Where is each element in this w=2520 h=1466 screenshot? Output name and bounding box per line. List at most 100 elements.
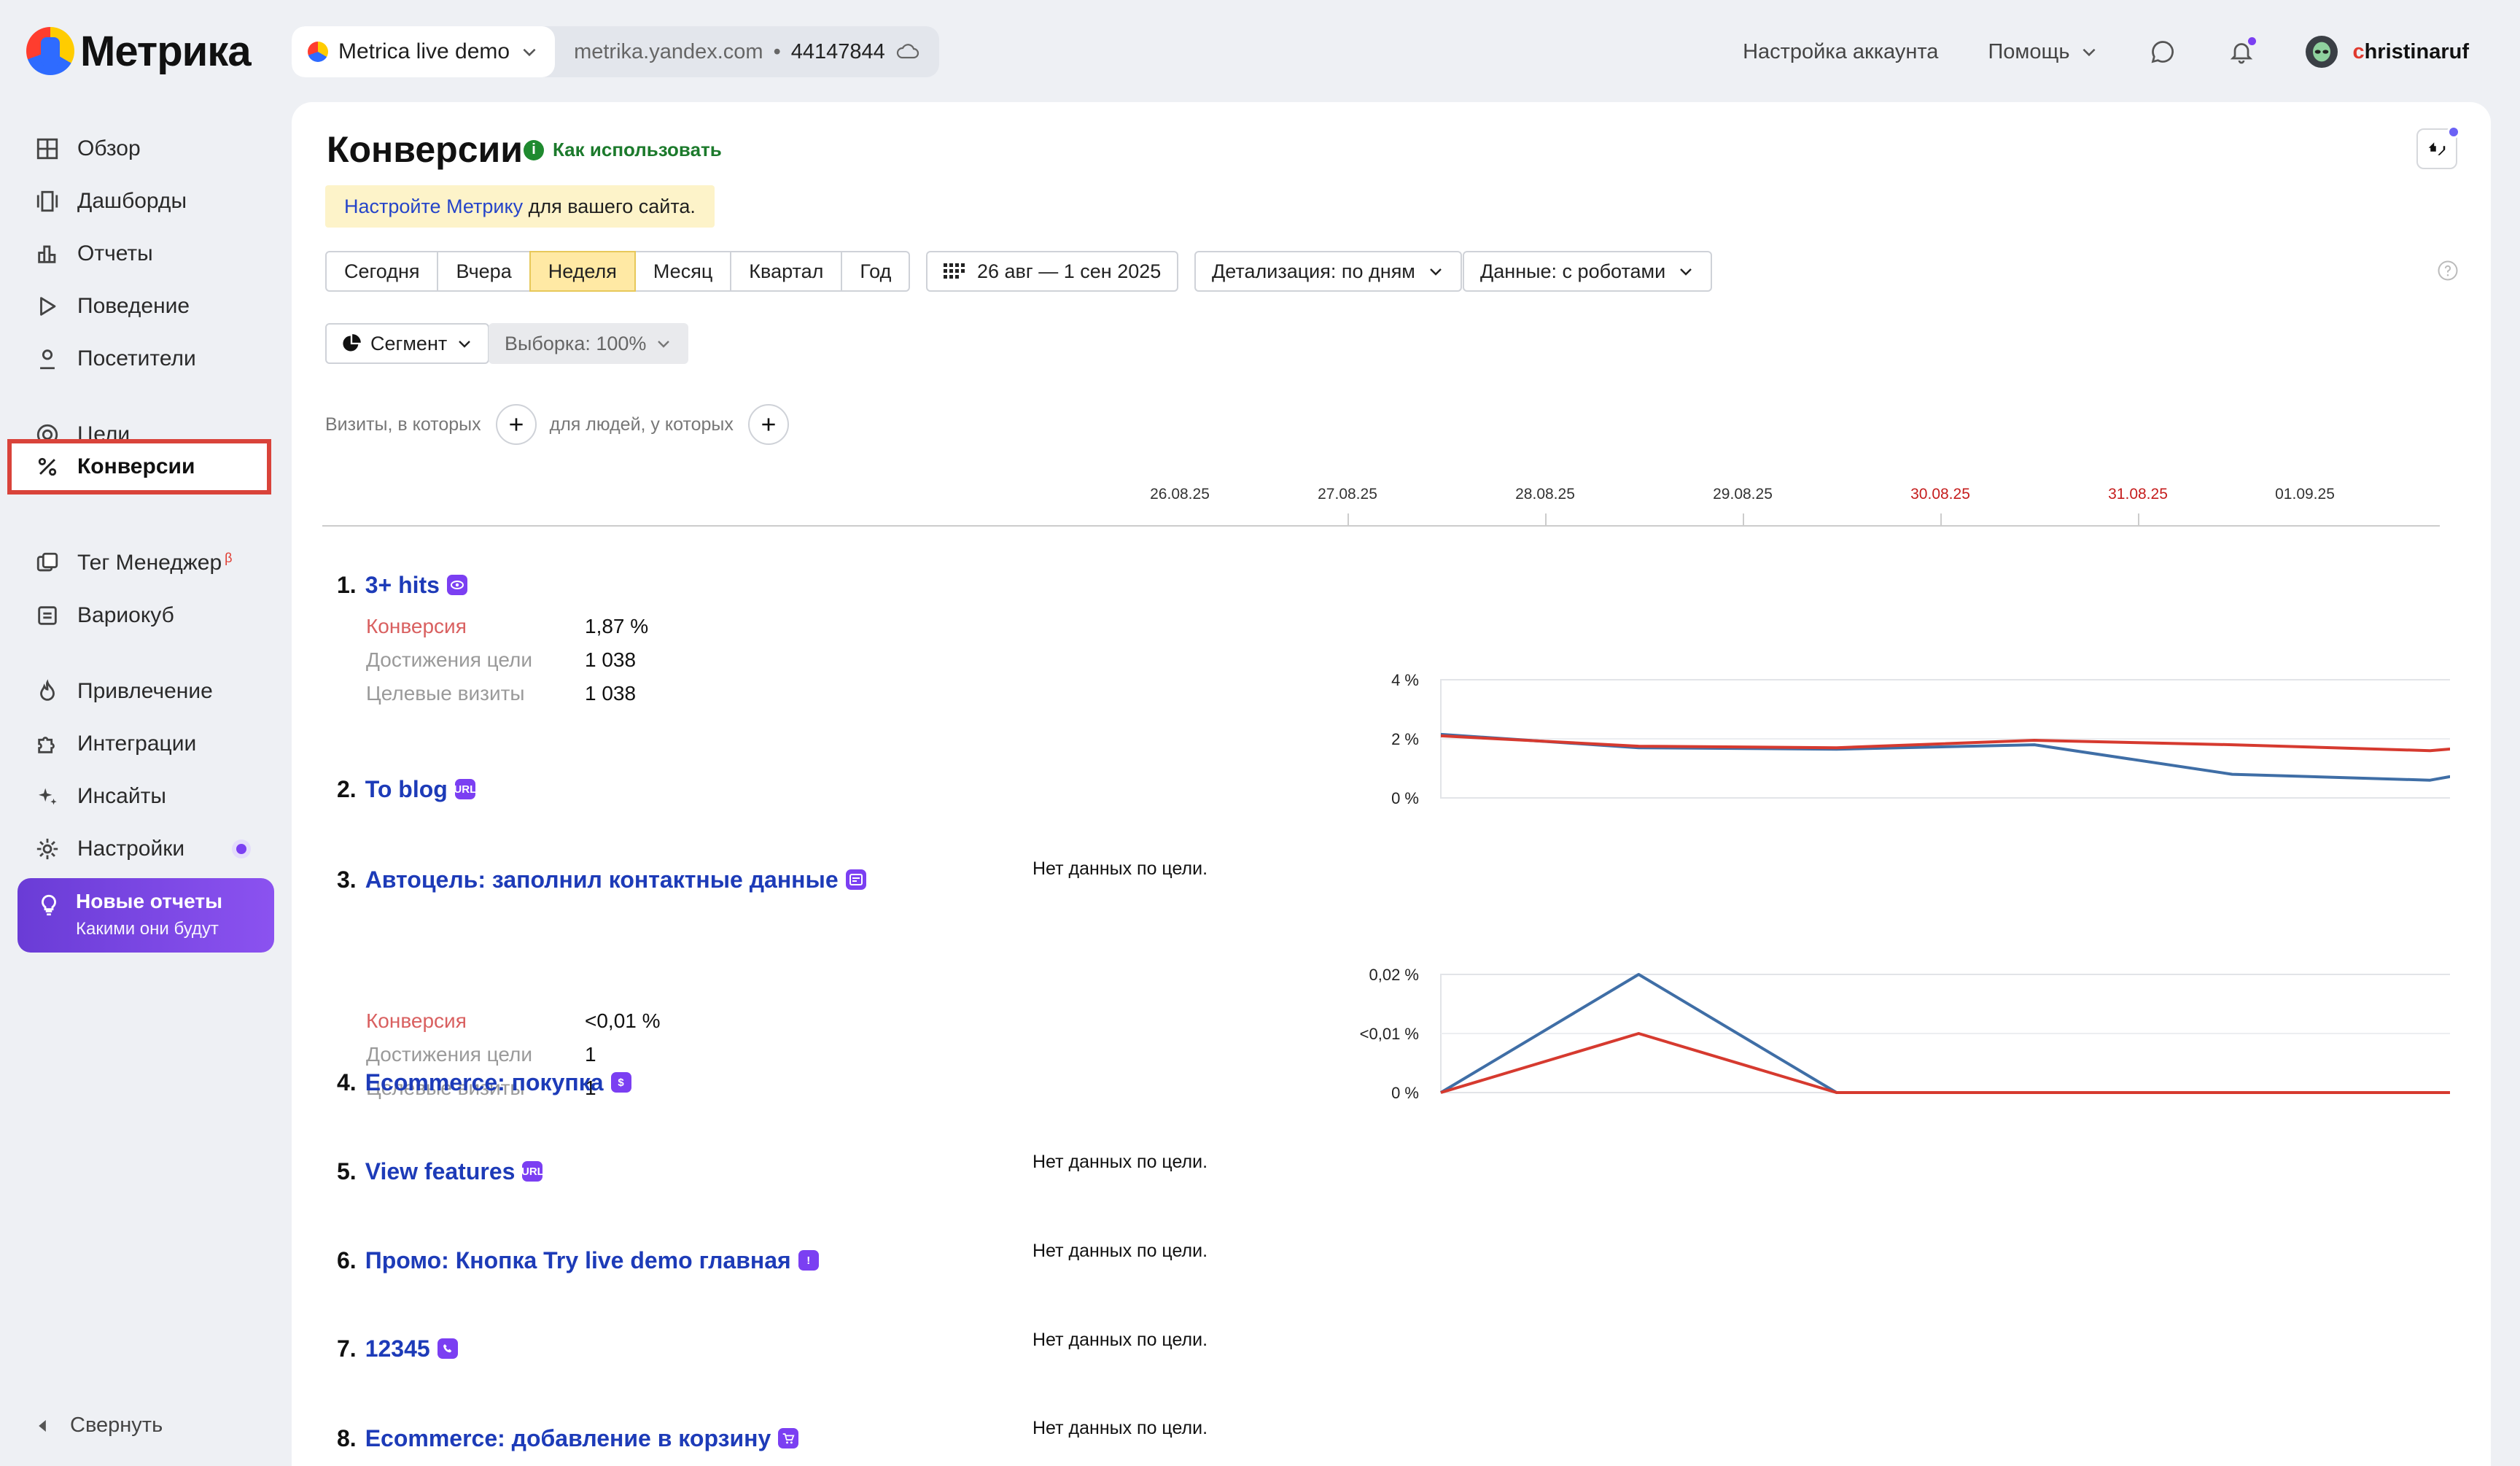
period-month-button[interactable]: Месяц [634, 251, 732, 292]
date-range-picker[interactable]: 26 авг — 1 сен 2025 [926, 251, 1179, 292]
pie-chart-icon [343, 334, 361, 352]
help-menu[interactable]: Помощь [1988, 40, 2099, 64]
period-week-button[interactable]: Неделя [529, 251, 636, 292]
sidebar-item-reports[interactable]: Отчеты [18, 230, 270, 277]
share-report-button[interactable] [2416, 125, 2460, 169]
new-reports-promo[interactable]: Новые отчеты Какими они будут [18, 878, 274, 953]
sidebar-item-settings[interactable]: Настройки [18, 826, 270, 872]
dollar-badge-icon: $ [610, 1072, 631, 1093]
chevron-down-icon [1680, 268, 1692, 276]
sidebar-item-insights[interactable]: Инсайты [18, 773, 270, 820]
chat-button[interactable] [2148, 37, 2177, 66]
goal-link[interactable]: Ecommerce: покупка [365, 1069, 604, 1096]
sidebar-item-integrations[interactable]: Интеграции [18, 721, 270, 767]
goal-link[interactable]: 3+ hits [365, 572, 440, 599]
metrika-logo[interactable]: Метрика [26, 26, 252, 76]
goal-number: 5. [337, 1157, 357, 1184]
beta-badge: β [225, 550, 233, 565]
person-icon [40, 349, 55, 370]
metrika-logo-icon [26, 27, 74, 75]
user-menu[interactable]: christinaruf [2306, 36, 2469, 68]
date-label: 27.08.25 [1318, 486, 1377, 503]
goal-number: 7. [337, 1335, 357, 1362]
period-quarter-button[interactable]: Квартал [730, 251, 843, 292]
info-icon: i [524, 139, 544, 160]
counter-dropdown[interactable]: Metrica live demo [292, 26, 556, 77]
phone-badge-icon [437, 1338, 458, 1359]
chevron-down-icon [658, 341, 670, 348]
sidebar-item-label: Посетители [77, 346, 196, 371]
quote-icon [2428, 142, 2446, 155]
metric-value: 1,87 % [585, 615, 649, 637]
goal-link[interactable]: To blog [365, 776, 448, 803]
sample-dropdown[interactable]: Выборка: 100% [489, 323, 689, 364]
goal-link[interactable]: Автоцель: заполнил контактные данные [365, 866, 839, 893]
data-robots-dropdown[interactable]: Данные: с роботами [1463, 251, 1713, 292]
date-tick [1940, 513, 1942, 525]
sparkle-icon [38, 788, 57, 805]
sidebar-item-overview[interactable]: Обзор [18, 125, 270, 172]
date-range-label: 26 авг — 1 сен 2025 [977, 260, 1162, 282]
dashboard-icon [36, 190, 58, 212]
goal-number: 3. [337, 866, 357, 893]
account-settings-link[interactable]: Настройка аккаунта [1743, 40, 1938, 64]
y-left-tick-label: 0 % [1391, 789, 1419, 807]
plus-icon [762, 418, 775, 431]
sidebar-item-dashboards[interactable]: Дашборды [18, 178, 270, 225]
user-name: christinaruf [2352, 40, 2469, 64]
header-actions: Настройка аккаунта Помощь christinaruf [1743, 26, 2469, 77]
sidebar-item-label: Вариокуб [77, 603, 174, 627]
calendar-icon [944, 263, 965, 279]
sidebar-item-label: Инсайты [77, 784, 166, 808]
sidebar-item-conversions[interactable]: Конверсии [7, 439, 271, 495]
metric-label: Достижения цели [366, 648, 533, 671]
add-people-filter-button[interactable] [747, 404, 789, 445]
metric-label: Конверсия [366, 1009, 467, 1032]
variocube-icon [38, 606, 57, 625]
sidebar-item-acquisition[interactable]: Привлечение [18, 668, 270, 715]
question-icon[interactable] [2437, 260, 2459, 282]
lightbulb-icon [42, 894, 56, 916]
metric-row: Конверсия 1,87 % [366, 610, 648, 643]
goal-metrics: Конверсия 1,87 % Достижения цели 1 038 Цел… [366, 610, 648, 710]
chevron-down-icon [459, 341, 471, 348]
period-yesterday-button[interactable]: Вчера [437, 251, 531, 292]
bar-chart-icon [38, 245, 56, 263]
how-to-use-link[interactable]: i Как использовать [524, 139, 722, 161]
goal-link[interactable]: Промо: Кнопка Try live demo главная [365, 1247, 791, 1274]
metric-label: Конверсия [366, 615, 467, 637]
date-tick [1348, 513, 1349, 525]
sidebar-item-visitors[interactable]: Посетители [18, 336, 270, 382]
sidebar-item-variocube[interactable]: Вариокуб [18, 592, 270, 639]
plus-icon [509, 418, 523, 431]
segment-button[interactable]: Сегмент [325, 323, 490, 364]
sidebar-item-tag-manager[interactable]: Тег Менеджер β [18, 540, 270, 586]
sidebar-item-behavior[interactable]: Поведение [18, 283, 270, 330]
separator-dot: • [773, 39, 781, 63]
period-selector: Сегодня Вчера Неделя Месяц Квартал Год [325, 251, 911, 292]
goal-title: 4. Ecommerce: покупка $ [337, 1060, 631, 1104]
period-year-button[interactable]: Год [841, 251, 911, 292]
goal-number: 6. [337, 1246, 357, 1273]
exclaim-badge-icon: ! [798, 1250, 819, 1271]
notifications-button[interactable] [2227, 37, 2257, 66]
goal-title: 3. Автоцель: заполнил контактные данные [337, 858, 866, 901]
sidebar-item-label: Тег Менеджер [77, 551, 222, 575]
goal-link[interactable]: View features [365, 1158, 516, 1185]
setup-link[interactable]: Настройте Метрику [344, 195, 523, 218]
detail-dropdown[interactable]: Детализация: по дням [1194, 251, 1462, 292]
date-axis-line [322, 525, 2440, 527]
collapse-sidebar-button[interactable]: Свернуть [36, 1413, 163, 1438]
sidebar-item-label: Дашборды [77, 189, 187, 213]
date-label: 28.08.25 [1515, 486, 1575, 503]
goal-link[interactable]: 12345 [365, 1335, 430, 1362]
goal-link[interactable]: Ecommerce: добавление в корзину [365, 1425, 771, 1452]
y-left-tick-label: 2 % [1391, 730, 1419, 748]
counter-name: Metrica live demo [338, 39, 510, 63]
date-label-weekend: 31.08.25 [2108, 486, 2168, 503]
goal-title: 7. 12345 [337, 1327, 458, 1370]
url-badge-icon: URL [521, 1161, 544, 1182]
add-visits-filter-button[interactable] [495, 404, 537, 445]
period-today-button[interactable]: Сегодня [325, 251, 439, 292]
eye-badge-icon [446, 575, 467, 595]
